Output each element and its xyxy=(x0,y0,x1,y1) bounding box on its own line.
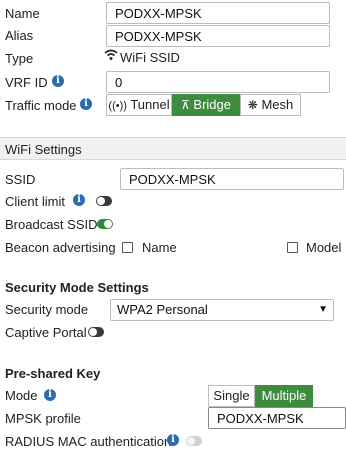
bridge-icon: ⊼ xyxy=(181,98,190,112)
security-mode-settings-title: Security Mode Settings xyxy=(5,280,149,295)
traffic-mode-mesh[interactable]: ❋ Mesh xyxy=(240,94,301,116)
captive-portal-toggle[interactable] xyxy=(88,327,104,337)
name-label: Name xyxy=(5,6,40,21)
security-mode-value: WPA2 Personal xyxy=(117,302,208,317)
beacon-model-checkbox[interactable] xyxy=(287,242,298,253)
psk-mode-multiple[interactable]: Multiple xyxy=(255,385,313,407)
client-limit-toggle[interactable] xyxy=(96,196,112,206)
traffic-mode-tunnel[interactable]: ((•)) Tunnel xyxy=(106,94,172,116)
traffic-mode-label: Traffic mode xyxy=(5,98,77,113)
mpsk-profile-label: MPSK profile xyxy=(5,411,81,426)
alias-label: Alias xyxy=(5,28,34,43)
psk-mode-single[interactable]: Single xyxy=(208,385,255,407)
psk-mode-label: Mode xyxy=(5,388,38,403)
security-mode-label: Security mode xyxy=(5,302,89,317)
beacon-name-label: Name xyxy=(142,240,177,255)
name-input[interactable] xyxy=(106,2,330,24)
tunnel-icon: ((•)) xyxy=(108,100,127,112)
wifi-icon xyxy=(104,49,118,64)
broadcast-ssid-toggle[interactable] xyxy=(97,219,113,229)
pre-shared-key-title: Pre-shared Key xyxy=(5,366,101,381)
vrf-input[interactable] xyxy=(106,71,330,93)
type-value: WiFi SSID xyxy=(120,50,180,65)
radius-mac-auth-info-icon[interactable]: i xyxy=(167,434,179,446)
security-mode-select[interactable]: WPA2 Personal ▼ xyxy=(110,299,334,321)
beacon-model-label: Model xyxy=(306,240,342,255)
traffic-mode-bridge[interactable]: ⊼ Bridge xyxy=(172,94,240,116)
chevron-down-icon: ▼ xyxy=(318,304,328,315)
ssid-input[interactable] xyxy=(120,168,344,190)
client-limit-label: Client limit xyxy=(5,194,65,209)
radius-mac-auth-toggle[interactable] xyxy=(186,436,202,446)
client-limit-info-icon[interactable]: i xyxy=(73,194,85,206)
beacon-advertising-label: Beacon advertising xyxy=(5,240,116,255)
alias-input[interactable] xyxy=(106,25,330,47)
psk-mode-info-icon[interactable]: i xyxy=(44,389,56,401)
broadcast-ssid-label: Broadcast SSID xyxy=(5,217,98,232)
wifi-settings-header: WiFi Settings xyxy=(0,137,346,160)
vrf-info-icon[interactable]: i xyxy=(52,75,64,87)
captive-portal-label: Captive Portal xyxy=(5,325,87,340)
radius-mac-auth-label: RADIUS MAC authentication xyxy=(5,434,172,449)
mesh-icon: ❋ xyxy=(247,98,258,112)
vrf-label: VRF ID xyxy=(5,75,48,90)
mpsk-profile-input[interactable] xyxy=(208,407,346,429)
traffic-mode-info-icon[interactable]: i xyxy=(80,98,92,110)
ssid-label: SSID xyxy=(5,172,36,187)
type-label: Type xyxy=(5,51,34,66)
beacon-name-checkbox[interactable] xyxy=(122,242,133,253)
wifi-settings-title: WiFi Settings xyxy=(5,142,82,157)
